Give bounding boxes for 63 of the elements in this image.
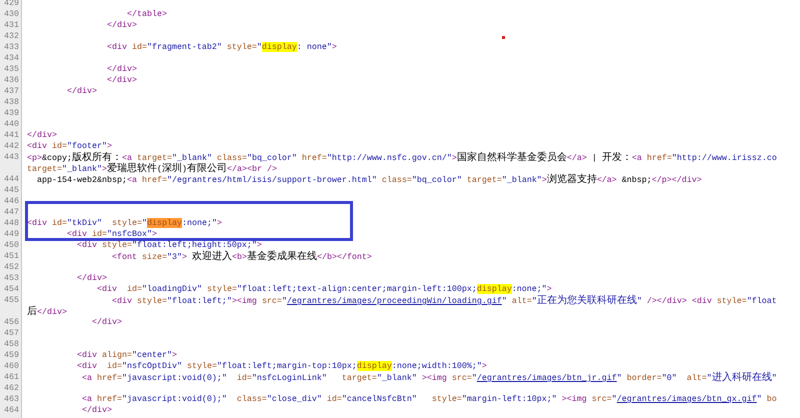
line-number: 446: [4, 196, 19, 206]
link[interactable]: /egrantres/images/btn_qx.gif: [616, 394, 757, 404]
line-number: 431: [4, 20, 19, 30]
line-number: 438: [4, 97, 19, 107]
code-line: <div id="tkDiv" style="display:none;">: [27, 218, 222, 228]
line-number: 450: [4, 240, 19, 250]
code-line: <div id="nsfcOptDiv" style="float:left;margin-top:10px;display:none;width:100%;">: [76, 361, 487, 371]
code-line: <div align="center">: [76, 350, 177, 360]
line-number: 434: [4, 53, 19, 63]
line-number: 459: [4, 350, 19, 360]
line-number: 445: [4, 185, 19, 195]
code-line: <div id="footer">: [27, 141, 112, 151]
line-number: 460: [4, 361, 19, 371]
code-line: </div>: [106, 75, 137, 85]
line-number: 440: [4, 119, 19, 129]
line-number: 455: [4, 295, 19, 305]
code-line: <a href="javascript:void(0);" class="close_div" id="cancelNsfcBtn" style="margin-left:10px;" ><img src="/egrantres/images/btn_qx.gif" bo: [80, 394, 777, 404]
line-number: 435: [4, 64, 19, 74]
line-number: 447: [4, 207, 19, 217]
line-number: 442: [4, 141, 19, 151]
code-line: <font size="3"> 欢迎进入<b>基金委成果在线</b></font>: [110, 252, 372, 262]
code-line: <div style="float:left;height:50px;">: [76, 240, 262, 250]
line-number: 452: [4, 262, 19, 272]
link[interactable]: /egrantres/images/proceedingWin/loading.gif: [286, 296, 502, 306]
line-number: 449: [4, 229, 19, 239]
link[interactable]: /egrantres/images/btn_jr.gif: [476, 373, 617, 383]
line-number: 430: [4, 9, 19, 19]
line-number: 448: [4, 218, 19, 228]
line-number: 436: [4, 75, 19, 85]
code-line: </div>: [106, 20, 137, 30]
line-number: 463: [4, 394, 19, 404]
code-line: <div id="fragment-tab2" style="display: none">: [106, 42, 337, 52]
code-line: </div>: [90, 317, 122, 327]
line-number: 433: [4, 42, 19, 52]
code-line: </div>: [27, 130, 57, 140]
line-number: 456: [4, 317, 19, 327]
code-line: target="_blank">爱瑞思软件(深圳)有限公司</a><br />: [27, 164, 277, 174]
code-line: 后</div>: [27, 307, 67, 317]
line-number: 457: [4, 328, 19, 338]
line-number: 464: [4, 405, 19, 415]
line-number: 451: [4, 251, 19, 261]
code-line: </table>: [126, 9, 167, 19]
line-number: 444: [4, 174, 19, 184]
line-number: 461: [4, 372, 19, 382]
code-line: </div>: [76, 273, 107, 283]
code-line: <div id="loadingDiv" style="float:left;text-align:center;margin-left:100px;display:none;">: [96, 284, 552, 294]
line-number: 443: [4, 152, 19, 162]
line-number: 439: [4, 108, 19, 118]
line-number: 458: [4, 339, 19, 349]
code-line: </div>: [80, 405, 112, 415]
code-line: <div style="float:left;"><img src="/egrantres/images/proceedingWin/loading.gif" alt="正在为您关联科研在线" /></div> <div style="float: [110, 296, 777, 306]
line-number: 454: [4, 284, 19, 294]
line-number: 441: [4, 130, 19, 140]
line-number: 462: [4, 383, 19, 393]
code-line: <a href="javascript:void(0);" id="nsfcLoginLink" target="_blank" ><img src="/egrantres/images/btn_jr.gif" border="0" alt="进入科研在线": [80, 373, 777, 383]
code-line: </div>: [106, 64, 137, 74]
code-line: <p>&copy;版权所有：<a target="_blank" class="bq_color" href="http://www.nsfc.gov.cn/">国家自然科学基金委员会</a> | 开发：<a href="http://www.irissz.co: [27, 153, 777, 163]
line-number: 453: [4, 273, 19, 283]
line-number: 432: [4, 31, 19, 41]
code-line: <div id="nsfcBox">: [66, 229, 157, 239]
code-line: app-154-web2&nbsp;<a href="/egrantres/html/isis/support-brower.html" class="bq_color" target="_blank">浏览器支持</a> &nbsp;</p></div>: [36, 175, 702, 185]
code-line: </div>: [66, 86, 97, 96]
line-number: 437: [4, 86, 19, 96]
